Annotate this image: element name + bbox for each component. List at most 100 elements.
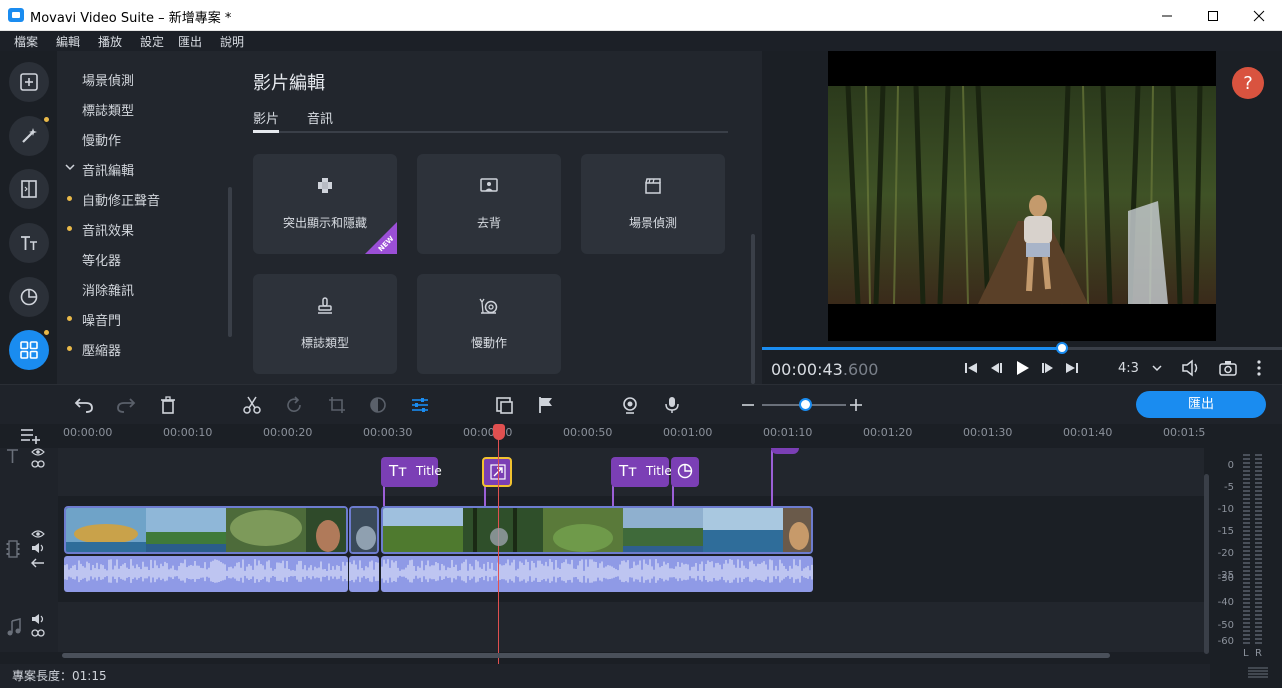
tool-item-logo[interactable]: 標誌類型 <box>82 100 134 119</box>
zoom-in-button[interactable] <box>846 395 866 415</box>
audio-waveform[interactable] <box>349 556 379 592</box>
menu-file[interactable]: 檔案 <box>14 33 38 50</box>
delete-button[interactable] <box>158 395 178 415</box>
tool-item-noise-removal[interactable]: 消除雜訊 <box>82 280 134 299</box>
eye-icon[interactable] <box>31 530 45 538</box>
add-marker-button[interactable] <box>536 395 556 415</box>
help-button[interactable]: ? <box>1232 67 1264 99</box>
volume-icon[interactable] <box>31 543 45 553</box>
skip-to-end-button[interactable] <box>1063 359 1081 377</box>
music-track[interactable] <box>58 602 1204 652</box>
redo-button[interactable] <box>116 395 136 415</box>
volume-icon[interactable] <box>31 614 45 624</box>
tab-video[interactable]: 影片 <box>253 108 279 127</box>
tool-item-noise-gate[interactable]: 噪音門 <box>82 310 121 329</box>
magic-tools-button[interactable] <box>9 116 49 156</box>
maximize-button[interactable] <box>1190 0 1236 31</box>
audio-waveform[interactable] <box>381 556 813 592</box>
volume-button[interactable] <box>1181 359 1199 377</box>
video-clip[interactable] <box>349 506 379 554</box>
sticker-clip[interactable] <box>771 448 799 454</box>
transitions-button[interactable] <box>9 169 49 209</box>
ruler-label: 00:01:30 <box>963 426 1013 439</box>
video-preview[interactable] <box>828 51 1216 341</box>
tool-item-slow-motion[interactable]: 慢動作 <box>82 130 121 149</box>
timecode: 00:00:43.600 <box>771 360 878 379</box>
tool-item-compressor[interactable]: 壓縮器 <box>82 340 121 359</box>
timeline-ruler[interactable]: 00:00:00 00:00:10 00:00:20 00:00:30 00:0… <box>0 424 1210 448</box>
add-track-icon[interactable] <box>20 426 42 444</box>
aspect-ratio-select[interactable]: 4:3 <box>1118 361 1139 376</box>
audio-waveform[interactable] <box>64 556 348 592</box>
card-highlight-and-conceal[interactable]: 突出顯示和隱藏 NEW <box>253 154 397 254</box>
voiceover-button[interactable] <box>662 395 682 415</box>
link-icon[interactable] <box>31 459 45 469</box>
playhead-handle[interactable] <box>493 424 505 440</box>
video-clip[interactable] <box>381 506 813 554</box>
status-bar: 專案長度：01:15 <box>0 664 1210 688</box>
stabilize-button[interactable] <box>494 395 514 415</box>
chevron-down-icon[interactable] <box>65 164 75 172</box>
next-frame-button[interactable] <box>1039 359 1057 377</box>
ruler-label: 00:01:00 <box>663 426 713 439</box>
color-adjust-button[interactable] <box>368 395 388 415</box>
minimize-button[interactable] <box>1144 0 1190 31</box>
timeline-vertical-scrollbar[interactable] <box>1204 474 1209 654</box>
tab-divider <box>253 131 728 133</box>
meter-label: 0 <box>1227 460 1234 471</box>
arrow-left-icon[interactable] <box>31 558 45 568</box>
tool-list-scrollbar[interactable] <box>228 187 232 337</box>
chevron-down-icon[interactable] <box>1152 365 1162 373</box>
sticker-clip[interactable] <box>671 457 699 487</box>
clip-properties-button[interactable] <box>410 395 430 415</box>
title-clip[interactable]: Tт Title <box>381 457 442 487</box>
title-clip[interactable]: Tт Title <box>611 457 672 487</box>
card-logo[interactable]: 標誌類型 <box>253 274 397 374</box>
menu-play[interactable]: 播放 <box>98 33 122 50</box>
titles-button[interactable] <box>9 223 49 263</box>
more-tools-button[interactable] <box>9 330 49 370</box>
skip-to-start-button[interactable] <box>962 359 980 377</box>
transition-marker[interactable] <box>490 528 508 546</box>
transition-clip-selected[interactable] <box>482 457 512 487</box>
export-button[interactable]: 匯出 <box>1136 391 1266 418</box>
menu-settings[interactable]: 設定 <box>140 33 164 50</box>
text-icon: Tт <box>619 462 637 480</box>
menu-edit[interactable]: 編輯 <box>56 33 80 50</box>
zoom-slider-knob[interactable] <box>799 398 812 411</box>
menu-help[interactable]: 說明 <box>220 33 244 50</box>
timeline[interactable]: 00:00:00 00:00:10 00:00:20 00:00:30 00:0… <box>0 424 1210 664</box>
playback-progress-knob[interactable] <box>1056 342 1068 354</box>
stickers-button[interactable] <box>9 277 49 317</box>
card-slow-motion[interactable]: 慢動作 <box>417 274 561 374</box>
webcam-record-button[interactable] <box>620 395 640 415</box>
meter-options-icon[interactable] <box>1248 666 1268 680</box>
tool-item-scene-detection[interactable]: 場景偵測 <box>82 70 134 89</box>
tool-group-audio-editing[interactable]: 音訊編輯 <box>82 160 134 179</box>
previous-frame-button[interactable] <box>987 359 1005 377</box>
link-icon[interactable] <box>31 628 45 638</box>
zoom-out-button[interactable] <box>738 395 758 415</box>
snapshot-button[interactable] <box>1219 359 1237 377</box>
rotate-button[interactable] <box>284 395 304 415</box>
scissors-icon <box>243 396 261 414</box>
close-button[interactable] <box>1236 0 1282 31</box>
undo-button[interactable] <box>74 395 94 415</box>
tool-item-audio-effects[interactable]: 音訊效果 <box>82 220 134 239</box>
menu-export[interactable]: 匯出 <box>178 33 202 50</box>
tool-item-auto-sound[interactable]: 自動修正聲音 <box>82 190 160 209</box>
more-options-button[interactable] <box>1250 359 1268 377</box>
crop-button[interactable] <box>327 395 347 415</box>
eye-icon[interactable] <box>31 448 45 456</box>
tool-item-equalizer[interactable]: 等化器 <box>82 250 121 269</box>
tab-audio[interactable]: 音訊 <box>307 108 333 127</box>
card-scene-detection[interactable]: 場景偵測 <box>581 154 725 254</box>
play-button[interactable] <box>1013 359 1031 377</box>
webcam-icon <box>623 397 637 414</box>
panel-scrollbar[interactable] <box>751 234 755 384</box>
import-button[interactable] <box>9 62 49 102</box>
card-chroma-key[interactable]: 去背 <box>417 154 561 254</box>
split-button[interactable] <box>242 395 262 415</box>
timeline-horizontal-scrollbar[interactable] <box>62 653 1110 658</box>
video-clip[interactable] <box>64 506 348 554</box>
